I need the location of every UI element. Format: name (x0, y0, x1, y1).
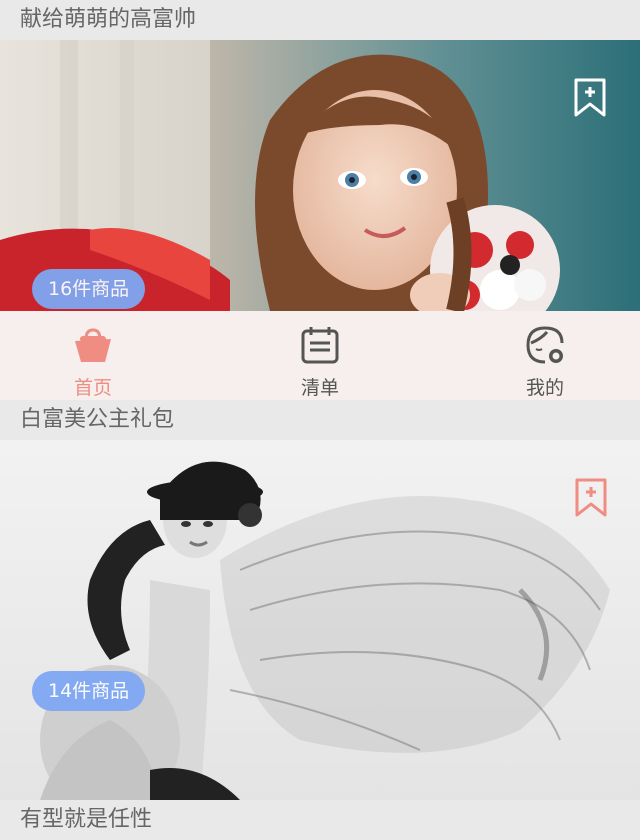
bookmark-add-icon[interactable] (573, 78, 607, 118)
product-image-woman-veil (0, 440, 640, 800)
face-profile-icon (525, 325, 565, 365)
tab-mine[interactable]: 我的 (485, 311, 605, 408)
tab-list[interactable]: 清单 (260, 311, 380, 408)
product-card-1[interactable]: 16件商品 (0, 40, 640, 311)
tab-label-home: 首页 (73, 377, 112, 399)
product-count-badge-2: 14件商品 (32, 671, 146, 711)
bottom-tab-bar: 首页 清单 我的 (0, 311, 640, 408)
section-title-2: 白富美公主礼包 (0, 400, 640, 440)
section-title-1: 献给萌萌的高富帅 (0, 0, 640, 40)
tab-label-mine: 我的 (525, 377, 564, 399)
bookmark-add-icon-active[interactable] (574, 478, 608, 518)
section-title-3: 有型就是任性 (0, 800, 640, 840)
tab-label-list: 清单 (300, 377, 339, 399)
basket-icon (73, 325, 113, 365)
product-card-2[interactable]: 14件商品 (0, 440, 640, 800)
product-count-badge-1: 16件商品 (32, 269, 146, 309)
calendar-list-icon (300, 325, 340, 365)
tab-home[interactable]: 首页 (33, 311, 153, 408)
